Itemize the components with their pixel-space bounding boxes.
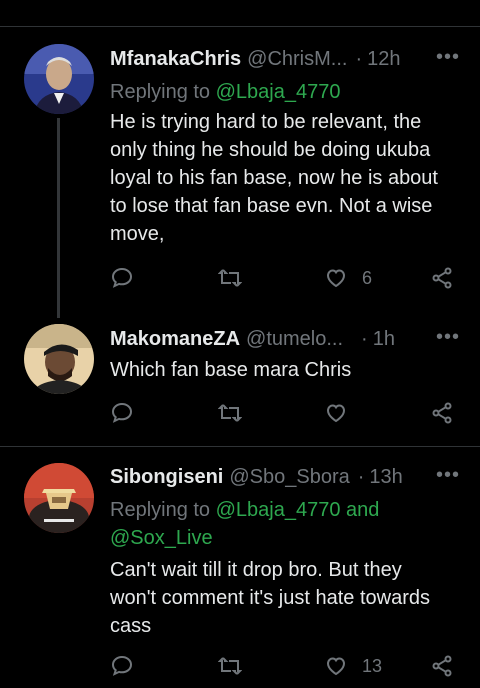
- share-button[interactable]: [430, 263, 454, 293]
- avatar[interactable]: [24, 324, 94, 394]
- reply-icon: [111, 655, 133, 676]
- tweet-content: MfanakaChris @ChrisM... · 12h ••• Replyi…: [110, 46, 460, 248]
- tweet-text-line: only thing he should be doing ukuba: [110, 139, 431, 161]
- reply-icon: [111, 402, 133, 423]
- reply-icon: [111, 267, 133, 288]
- timestamp[interactable]: 13h: [369, 464, 402, 490]
- retweet-icon: [218, 269, 242, 287]
- tweet-2[interactable]: MakomaneZA @tumelo... · 1h ••• Which fan…: [0, 310, 480, 446]
- tweet-3[interactable]: Sibongiseni @Sbo_Sbora · 13h ••• Replyin…: [0, 447, 480, 688]
- avatar[interactable]: [24, 44, 94, 114]
- tweet-header: MakomaneZA @tumelo... · 1h: [110, 326, 460, 352]
- thread-line: [57, 118, 60, 318]
- like-button[interactable]: 6: [324, 263, 372, 293]
- replying-to: Replying to @Lbaja_4770: [110, 78, 460, 106]
- tweet-text-line: Can't wait till it drop bro. But they: [110, 559, 402, 581]
- author-handle[interactable]: @tumelo...: [246, 326, 343, 352]
- tweet-text-line: Which fan base mara Chris: [110, 359, 352, 381]
- tweet-text-line: move,: [110, 223, 165, 245]
- tweet-content: Sibongiseni @Sbo_Sbora · 13h ••• Replyin…: [110, 464, 460, 640]
- tweet-text: He is trying hard to be relevant, the on…: [110, 108, 460, 248]
- author-handle[interactable]: @Sbo_Sbora: [229, 464, 349, 490]
- reply-button[interactable]: [110, 398, 134, 428]
- separator-dot: ·: [357, 466, 365, 488]
- tweet-actions: 6: [110, 263, 460, 293]
- tweet-text-line: cass: [110, 615, 152, 637]
- reply-button[interactable]: [110, 651, 134, 681]
- like-count: 13: [362, 655, 383, 676]
- tweet-1[interactable]: MfanakaChris @ChrisM... · 12h ••• Replyi…: [0, 0, 480, 330]
- tweet-text-line: He is trying hard to be relevant, the: [110, 111, 422, 133]
- tweet-text: Which fan base mara Chris: [110, 356, 460, 384]
- share-button[interactable]: [430, 651, 454, 681]
- reply-mention[interactable]: @Lbaja_4770 and: [216, 499, 380, 521]
- retweet-icon: [218, 657, 242, 675]
- tweet-text: Can't wait till it drop bro. But they wo…: [110, 556, 460, 640]
- author-name[interactable]: MfanakaChris: [110, 46, 241, 72]
- separator-dot: ·: [355, 48, 363, 70]
- author-handle[interactable]: @ChrisM...: [247, 46, 347, 72]
- retweet-icon: [218, 404, 242, 422]
- tweet-content: MakomaneZA @tumelo... · 1h ••• Which fan…: [110, 326, 460, 384]
- more-icon[interactable]: •••: [436, 46, 460, 69]
- more-icon[interactable]: •••: [436, 326, 460, 349]
- timestamp[interactable]: 1h: [373, 326, 395, 352]
- tweet-header: MfanakaChris @ChrisM... · 12h: [110, 46, 460, 72]
- share-button[interactable]: [430, 398, 454, 428]
- more-icon[interactable]: •••: [436, 464, 460, 487]
- tweet-actions: 13: [110, 651, 460, 681]
- tweet-text-line: loyal to his fan base, now he is about: [110, 167, 438, 189]
- timestamp[interactable]: 12h: [367, 46, 400, 72]
- reply-mention-2[interactable]: @Sox_Live: [110, 524, 460, 552]
- like-icon: [326, 657, 346, 676]
- retweet-button[interactable]: [218, 398, 242, 428]
- replying-to-label: Replying to: [110, 499, 211, 521]
- separator-dot: ·: [361, 328, 368, 350]
- replying-to: Replying to @Lbaja_4770 and @Sox_Live: [110, 496, 460, 552]
- reply-button[interactable]: [110, 263, 134, 293]
- tweet-text-line: won't comment it's just hate towards: [110, 587, 430, 609]
- like-icon: [326, 269, 346, 288]
- retweet-button[interactable]: [218, 651, 242, 681]
- replying-to-label: Replying to: [110, 81, 211, 103]
- author-name[interactable]: MakomaneZA: [110, 326, 240, 352]
- like-button[interactable]: 13: [324, 651, 382, 681]
- author-name[interactable]: Sibongiseni: [110, 464, 223, 490]
- retweet-button[interactable]: [218, 263, 242, 293]
- share-icon: [432, 402, 452, 424]
- tweet-actions: [110, 398, 460, 428]
- reply-mention[interactable]: @Lbaja_4770: [216, 81, 341, 103]
- share-icon: [432, 655, 452, 677]
- like-button[interactable]: [324, 398, 348, 428]
- share-icon: [432, 267, 452, 289]
- avatar[interactable]: [24, 463, 94, 533]
- tweet-header: Sibongiseni @Sbo_Sbora · 13h: [110, 464, 460, 490]
- tweet-text-line: to lose that fan base evn. Not a wise: [110, 195, 433, 217]
- like-count: 6: [362, 267, 373, 288]
- like-icon: [326, 404, 346, 423]
